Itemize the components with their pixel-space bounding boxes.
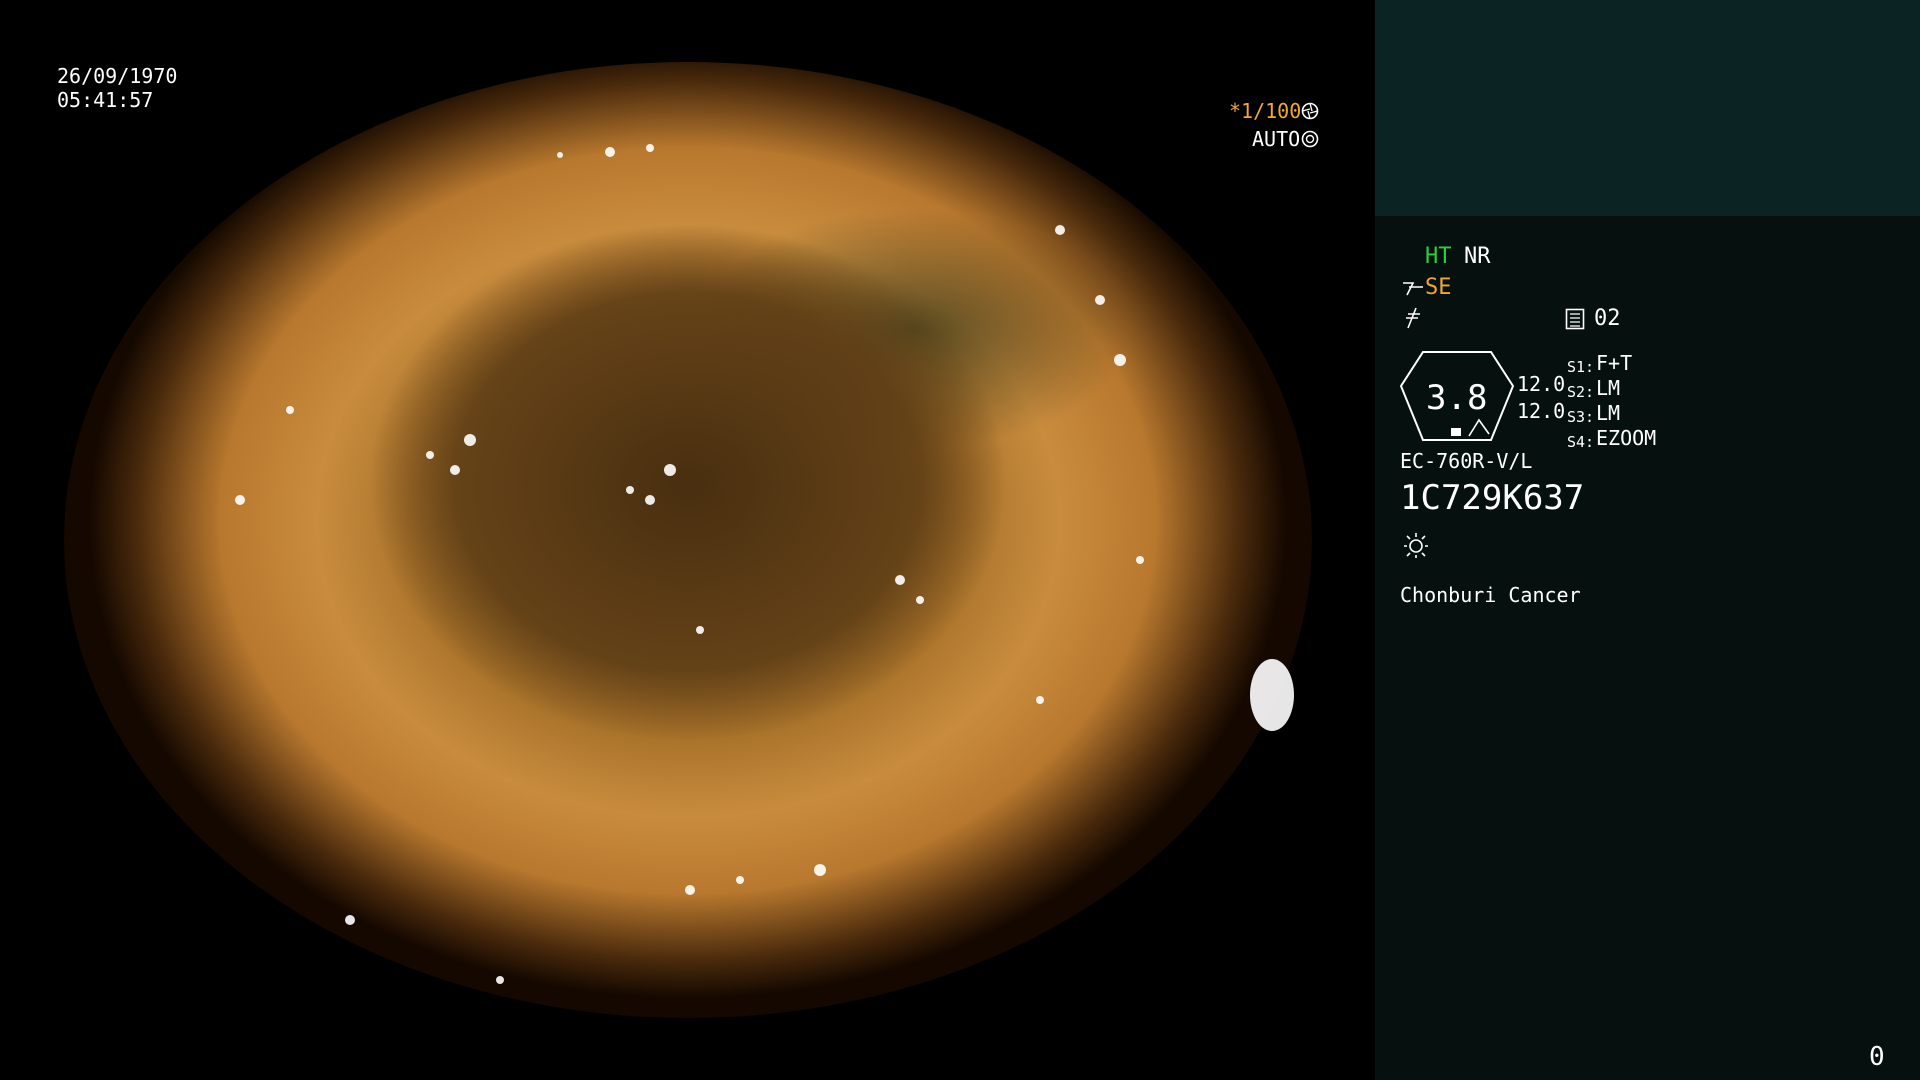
info-panel-header — [1375, 0, 1920, 216]
exposure-mode: AUTO — [1252, 127, 1301, 151]
exam-date: 26/09/1970 — [57, 64, 178, 88]
ht-indicator: HT — [1425, 244, 1452, 269]
shutter-speed: *1/100 — [1229, 99, 1302, 123]
switch-value: EZOOM — [1596, 426, 1657, 450]
endoscopy-view: 26/09/1970 05:41:57 *1/100 AUTO — [0, 0, 1375, 1080]
aperture-icon — [1301, 102, 1319, 120]
image-counter: 0 — [1869, 1042, 1885, 1072]
switch-value: LM — [1596, 401, 1621, 425]
switch-key: S2: — [1567, 383, 1595, 401]
signal-off-icon — [1406, 307, 1420, 329]
scope-serial: 1C729K637 — [1400, 478, 1585, 518]
endoscopic-image — [64, 62, 1312, 1018]
institution-name: Chonburi Cancer — [1400, 583, 1581, 607]
structure-enhance-icon — [1403, 282, 1423, 296]
switch-key: S1: — [1567, 358, 1595, 376]
iris-icon — [1301, 130, 1319, 148]
switch-key: S3: — [1567, 408, 1595, 426]
memory-card-icon — [1565, 308, 1585, 330]
switch-value: F+T — [1596, 351, 1633, 375]
gauge-value-bottom: 12.0 — [1517, 399, 1566, 423]
zoom-value: 3.8 — [1426, 378, 1488, 418]
sun-icon — [1404, 533, 1428, 558]
switch-value: LM — [1596, 376, 1621, 400]
nr-indicator: NR — [1464, 244, 1491, 269]
gauge-value-top: 12.0 — [1517, 372, 1566, 396]
scope-model: EC-760R-V/L — [1400, 449, 1533, 473]
switch-key: S4: — [1567, 433, 1595, 451]
se-indicator: SE — [1425, 275, 1452, 300]
memory-count: 02 — [1594, 306, 1621, 331]
exam-time: 05:41:57 — [57, 88, 154, 112]
